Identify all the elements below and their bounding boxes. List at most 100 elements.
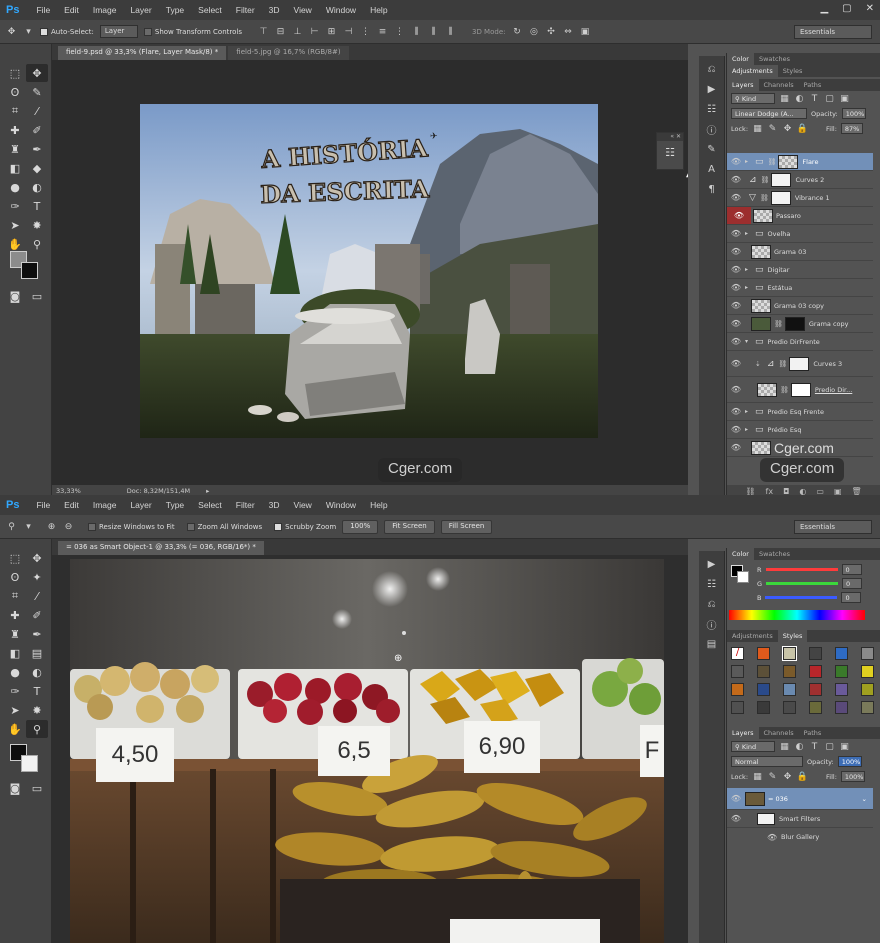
tab-color[interactable]: Color [727, 53, 754, 65]
style-swatch[interactable] [809, 665, 822, 678]
layer-row[interactable]: 👁 ▸ ▭ Ovelha [727, 225, 873, 243]
layer-row[interactable]: 👁 Passaro [727, 207, 873, 225]
filter-pixel-icon[interactable]: ▦ [779, 741, 790, 752]
fill-input[interactable]: 87% [840, 123, 863, 134]
move-tool-icon[interactable]: ✥ [26, 549, 48, 567]
menu-select[interactable]: Select [191, 500, 229, 510]
visibility-icon[interactable]: 👁 [727, 229, 745, 238]
show-transform-checkbox[interactable]: Show Transform Controls [143, 27, 242, 36]
properties-icon[interactable]: ☷ [657, 146, 683, 159]
close-icon[interactable]: ✕ [866, 3, 874, 14]
visibility-icon[interactable]: 👁 [727, 425, 745, 434]
layer-row[interactable]: 👁 ⛓ Grama copy [727, 315, 873, 333]
history-icon[interactable]: ⎌ [704, 597, 720, 611]
workspace-dropdown[interactable]: Essentials [794, 520, 872, 534]
menu-image[interactable]: Image [86, 500, 124, 510]
floating-mini-panel[interactable]: « ✕ ☷ [656, 132, 684, 170]
distribute-icon-4[interactable]: ⫼ [411, 26, 422, 37]
style-swatch[interactable] [809, 647, 822, 660]
zoom-100-button[interactable]: 100% [342, 519, 379, 534]
align-top-icon[interactable]: ⊤ [258, 26, 269, 37]
tab-layers[interactable]: Layers [727, 727, 759, 739]
r-value-input[interactable]: 0 [841, 564, 862, 575]
tab-field-9[interactable]: field-9.psd @ 33,3% (Flare, Layer Mask/8… [58, 46, 227, 60]
menu-layer[interactable]: Layer [123, 5, 158, 15]
style-swatch[interactable] [757, 647, 770, 660]
pen-tool-icon[interactable]: ✑ [4, 197, 26, 215]
paint-bucket-tool-icon[interactable]: ◆ [26, 159, 48, 177]
style-swatch[interactable] [835, 683, 848, 696]
style-swatch[interactable] [809, 683, 822, 696]
style-swatch[interactable] [835, 647, 848, 660]
move-tool-icon[interactable]: ✥ [6, 26, 17, 37]
3d-slide-icon[interactable]: ⇔ [562, 26, 573, 37]
type-tool-icon[interactable]: T [26, 682, 48, 700]
style-swatch[interactable] [731, 683, 744, 696]
workspace-dropdown[interactable]: Essentials [794, 25, 872, 39]
dodge-tool-icon[interactable]: ◐ [26, 178, 48, 196]
3d-pan-icon[interactable]: ✣ [545, 26, 556, 37]
minimize-icon[interactable]: ▁ [820, 3, 828, 14]
blur-tool-icon[interactable]: ● [4, 663, 26, 681]
visibility-icon[interactable]: 👁 [727, 319, 745, 328]
background-color-swatch[interactable] [21, 262, 38, 279]
menu-help[interactable]: Help [363, 500, 394, 510]
style-swatch[interactable] [783, 701, 796, 714]
layer-row[interactable]: 👁 Cger.com [727, 439, 873, 457]
layer-row[interactable]: 👁 ▾ ▭ Predio DirFrente [727, 333, 873, 351]
notes-icon[interactable]: ▤ [704, 637, 720, 651]
layer-row[interactable]: 👁 Smart Filters [727, 810, 873, 828]
magic-wand-tool-icon[interactable]: ✦ [26, 568, 48, 586]
quick-mask-icon[interactable]: ◙ [4, 779, 26, 797]
tab-paths[interactable]: Paths [799, 79, 827, 91]
align-bottom-icon[interactable]: ⊥ [292, 26, 303, 37]
align-left-icon[interactable]: ⊢ [309, 26, 320, 37]
lasso-tool-icon[interactable]: ʘ [4, 568, 26, 586]
layer-row[interactable]: 👁 ▸ ▭ Estátua [727, 279, 873, 297]
tab-channels[interactable]: Channels [759, 79, 799, 91]
menu-view[interactable]: View [287, 5, 319, 15]
visibility-icon[interactable]: 👁 [727, 207, 751, 224]
tab-paths[interactable]: Paths [799, 727, 827, 739]
quick-mask-icon[interactable]: ◙ [4, 287, 26, 305]
style-swatch[interactable] [835, 701, 848, 714]
kind-filter-dropdown[interactable]: ⚲ Kind [731, 93, 775, 104]
layer-row[interactable]: 👁 ▸ ▭ ⛓ Flare [727, 153, 873, 171]
blend-mode-dropdown[interactable]: Linear Dodge (A... [731, 108, 807, 119]
distribute-icon-1[interactable]: ⋮ [360, 26, 371, 37]
shape-tool-icon[interactable]: ✸ [26, 701, 48, 719]
layer-row[interactable]: 👁 ▸ ▭ Prédio Esq [727, 421, 873, 439]
eraser-tool-icon[interactable]: ◧ [4, 159, 26, 177]
slider-track-g[interactable] [766, 582, 839, 585]
blend-mode-dropdown[interactable]: Normal [731, 756, 803, 767]
opacity-input[interactable]: 100% [837, 756, 862, 767]
tab-swatches[interactable]: Swatches [754, 548, 795, 560]
lock-transparent-icon[interactable]: ▦ [752, 771, 763, 782]
tab-layers[interactable]: Layers [727, 79, 759, 91]
filter-shape-icon[interactable]: ▢ [824, 741, 835, 752]
brush-tool-icon[interactable]: ✐ [26, 606, 48, 624]
properties-icon[interactable]: ☷ [704, 577, 720, 591]
chevron-down-icon[interactable]: ▾ [23, 521, 34, 532]
brush-presets-icon[interactable]: ✎ [704, 142, 720, 156]
visibility-icon[interactable]: 👁 [727, 193, 745, 202]
menu-edit[interactable]: Edit [57, 500, 86, 510]
filter-adjustment-icon[interactable]: ◐ [794, 741, 805, 752]
marquee-tool-icon[interactable]: ⬚ [4, 64, 26, 82]
style-swatch[interactable] [731, 701, 744, 714]
fill-input[interactable]: 100% [840, 771, 865, 782]
visibility-icon[interactable]: 👁 [727, 794, 745, 803]
visibility-icon[interactable]: 👁 [727, 301, 745, 310]
visibility-icon[interactable]: 👁 [727, 175, 745, 184]
style-swatch[interactable] [861, 683, 874, 696]
history-brush-tool-icon[interactable]: ✒ [26, 625, 48, 643]
path-select-tool-icon[interactable]: ➤ [4, 701, 26, 719]
filter-shape-icon[interactable]: ▢ [824, 93, 835, 104]
eyedropper-tool-icon[interactable]: ⁄ [26, 587, 48, 605]
layer-row[interactable]: 👁 Grama 03 [727, 243, 873, 261]
filter-pixel-icon[interactable]: ▦ [779, 93, 790, 104]
layer-row[interactable]: 👁 ▸ ▭ Predio Esq Frente [727, 403, 873, 421]
menu-help[interactable]: Help [363, 5, 394, 15]
dodge-tool-icon[interactable]: ◐ [26, 663, 48, 681]
menu-filter[interactable]: Filter [229, 500, 262, 510]
